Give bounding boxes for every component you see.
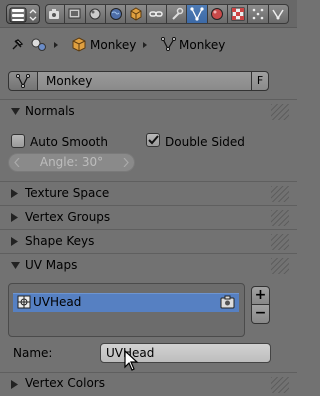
panel-title: Vertex Groups — [25, 210, 111, 224]
expanded-arrow-icon — [11, 262, 20, 269]
angle-value: Angle: 30° — [39, 155, 104, 169]
tab-render-layers[interactable] — [65, 4, 86, 24]
tab-constraints[interactable] — [146, 4, 168, 24]
breadcrumb-mesh-name: Monkey — [179, 38, 226, 52]
collapsed-arrow-icon — [11, 189, 18, 198]
add-uv-map-button[interactable]: + — [251, 286, 270, 305]
editor-type-button[interactable] — [6, 4, 40, 24]
panel-drag-grip[interactable] — [271, 210, 289, 226]
mesh-data-icon — [16, 74, 30, 88]
panel-header-vertex-colors[interactable]: Vertex Colors — [0, 373, 297, 396]
mesh-data-icon — [161, 37, 176, 51]
panel-title: Normals — [25, 104, 75, 118]
double-sided-checkbox[interactable] — [146, 133, 160, 147]
decrement-arrow-icon[interactable] — [14, 158, 20, 167]
panel-title: Shape Keys — [25, 234, 95, 248]
tab-object[interactable] — [126, 4, 147, 24]
checkmark-icon — [148, 135, 159, 145]
properties-header — [0, 0, 297, 28]
mesh-data-icon — [190, 7, 204, 21]
tab-modifiers[interactable] — [167, 4, 188, 24]
collapsed-arrow-icon — [11, 213, 18, 222]
mesh-browse-button[interactable] — [8, 71, 38, 91]
physics-icon — [272, 9, 284, 20]
remove-uv-map-button[interactable]: − — [251, 305, 270, 324]
uv-map-icon — [17, 295, 31, 309]
chevron-right-icon — [54, 42, 58, 48]
mouse-cursor-icon — [124, 350, 139, 371]
collapsed-arrow-icon — [11, 380, 18, 389]
tab-world[interactable] — [106, 4, 127, 24]
chevron-right-icon — [143, 42, 147, 48]
tab-scene[interactable] — [85, 4, 107, 24]
breadcrumb-object-name: Monkey — [90, 38, 137, 52]
increment-arrow-icon[interactable] — [123, 158, 129, 167]
panel-header-shape-keys[interactable]: Shape Keys — [0, 230, 297, 253]
panel-header-uv-maps[interactable]: UV Maps — [0, 254, 297, 277]
properties-editor-icon — [9, 7, 37, 23]
tab-mesh-data[interactable] — [187, 4, 208, 24]
panel-header-vertex-groups[interactable]: Vertex Groups — [0, 206, 297, 229]
render-icon — [49, 9, 60, 19]
panel-drag-grip[interactable] — [271, 186, 289, 202]
tab-physics[interactable] — [268, 4, 290, 24]
material-icon — [211, 8, 224, 20]
mesh-name-field[interactable]: Monkey — [38, 71, 252, 91]
collapsed-arrow-icon — [11, 237, 18, 246]
scene-icon — [89, 8, 101, 20]
tab-render[interactable] — [45, 4, 66, 24]
scene-icon — [31, 38, 46, 51]
panel-title: Texture Space — [25, 186, 110, 200]
breadcrumb: Monkey Monkey — [0, 28, 297, 62]
auto-smooth-label: Auto Smooth — [30, 135, 108, 149]
object-icon — [72, 37, 86, 52]
world-icon — [109, 8, 122, 20]
panel-header-normals[interactable]: Normals — [0, 100, 297, 123]
active-render-camera-icon[interactable] — [220, 295, 236, 309]
pin-icon[interactable] — [10, 38, 24, 52]
modifiers-icon — [171, 7, 183, 20]
tab-particles[interactable] — [248, 4, 269, 24]
uv-name-label: Name: — [13, 346, 53, 360]
expanded-arrow-icon — [11, 108, 20, 115]
panel-drag-grip[interactable] — [271, 377, 289, 393]
double-sided-label: Double Sided — [165, 135, 245, 149]
texture-icon — [231, 7, 245, 21]
panel-drag-grip[interactable] — [271, 234, 289, 250]
object-icon — [130, 7, 142, 21]
panel-title: UV Maps — [25, 258, 78, 272]
panel-header-texture-space[interactable]: Texture Space — [0, 182, 297, 205]
panel-drag-grip[interactable] — [271, 104, 289, 120]
auto-smooth-checkbox[interactable] — [11, 134, 25, 148]
constraints-icon — [149, 11, 164, 17]
panel-drag-grip[interactable] — [271, 258, 289, 274]
uv-map-name: UVHead — [33, 295, 82, 309]
tab-material[interactable] — [207, 4, 229, 24]
particles-icon — [252, 8, 264, 20]
context-tabs — [45, 4, 290, 24]
fake-user-button[interactable]: F — [251, 71, 269, 91]
auto-smooth-angle-field[interactable]: Angle: 30° — [8, 153, 135, 172]
tab-texture[interactable] — [228, 4, 249, 24]
render-layers-icon — [68, 8, 81, 19]
